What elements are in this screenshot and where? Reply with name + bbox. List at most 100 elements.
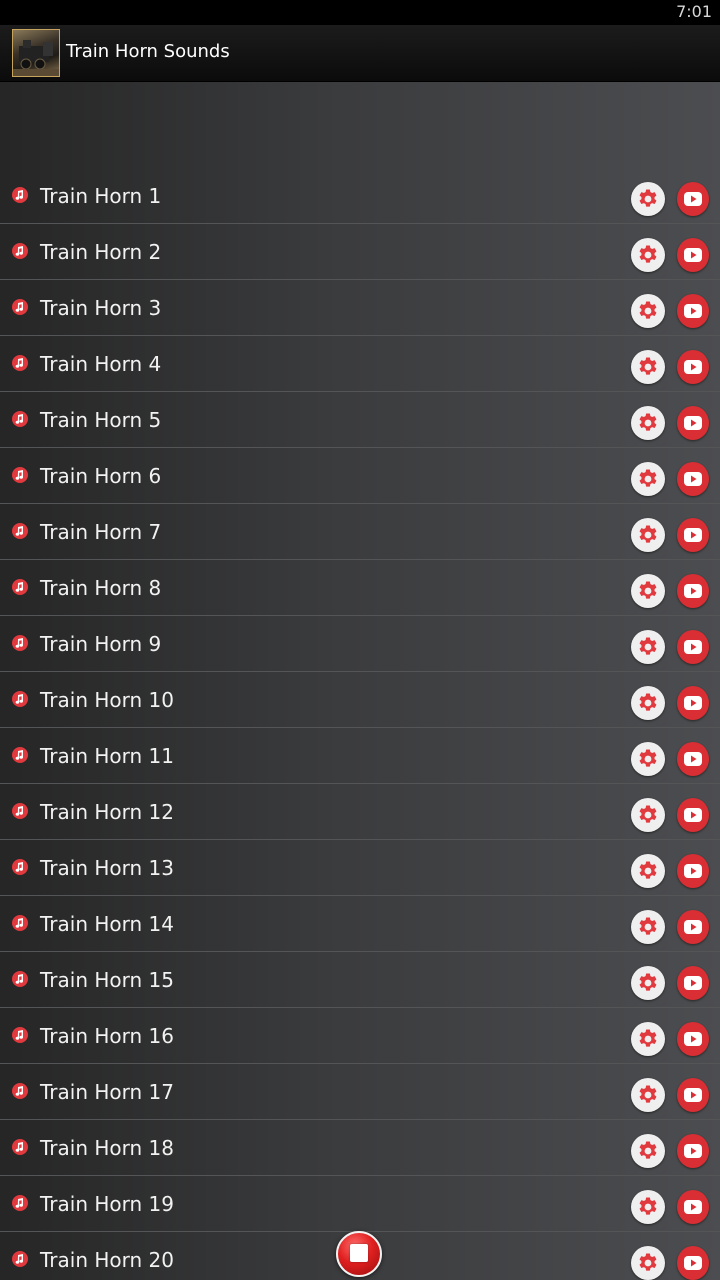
app-title: Train Horn Sounds [66,41,230,62]
music-note-icon [12,467,28,483]
gear-icon [639,1029,657,1047]
youtube-button[interactable] [677,686,709,720]
sound-label: Train Horn 7 [40,520,162,544]
youtube-button[interactable] [677,350,709,384]
settings-button[interactable] [631,966,665,1000]
music-note-icon [12,411,28,427]
youtube-button[interactable] [677,1022,709,1056]
youtube-button[interactable] [677,1246,709,1280]
youtube-button[interactable] [677,574,709,608]
list-item[interactable]: Train Horn 18 [0,1120,720,1176]
settings-button[interactable] [631,798,665,832]
music-note-icon [12,971,28,987]
music-note-icon [12,355,28,371]
list-item[interactable]: Train Horn 19 [0,1176,720,1232]
settings-button[interactable] [631,1246,665,1280]
youtube-button[interactable] [677,238,709,272]
settings-button[interactable] [631,294,665,328]
youtube-button[interactable] [677,518,709,552]
music-note-icon [12,1195,28,1211]
youtube-play-icon [684,640,702,654]
gear-icon [639,1253,657,1271]
train-locomotive-icon[interactable] [12,29,60,77]
gear-icon [639,413,657,431]
list-item[interactable]: Train Horn 17 [0,1064,720,1120]
settings-button[interactable] [631,1022,665,1056]
youtube-button[interactable] [677,854,709,888]
settings-button[interactable] [631,182,665,216]
youtube-play-icon [684,1144,702,1158]
list-item[interactable]: Train Horn 13 [0,840,720,896]
youtube-play-icon [684,472,702,486]
music-note-icon [12,1251,28,1267]
youtube-button[interactable] [677,406,709,440]
sound-label: Train Horn 19 [40,1192,174,1216]
list-item[interactable]: Train Horn 14 [0,896,720,952]
sound-label: Train Horn 3 [40,296,162,320]
list-item[interactable]: Train Horn 3 [0,280,720,336]
sound-label: Train Horn 6 [40,464,162,488]
youtube-play-icon [684,808,702,822]
gear-icon [639,357,657,375]
list-item[interactable]: Train Horn 9 [0,616,720,672]
settings-button[interactable] [631,910,665,944]
list-item[interactable]: Train Horn 8 [0,560,720,616]
youtube-button[interactable] [677,1190,709,1224]
list-item[interactable]: Train Horn 1 [0,168,720,224]
settings-button[interactable] [631,1190,665,1224]
sound-label: Train Horn 5 [40,408,162,432]
youtube-button[interactable] [677,462,709,496]
youtube-button[interactable] [677,630,709,664]
youtube-button[interactable] [677,1134,709,1168]
list-item[interactable]: Train Horn 10 [0,672,720,728]
gear-icon [639,693,657,711]
list-item[interactable]: Train Horn 6 [0,448,720,504]
list-item[interactable]: Train Horn 16 [0,1008,720,1064]
youtube-play-icon [684,920,702,934]
settings-button[interactable] [631,518,665,552]
gear-icon [639,1085,657,1103]
youtube-button[interactable] [677,1078,709,1112]
youtube-play-icon [684,976,702,990]
sound-label: Train Horn 1 [40,184,162,208]
list-item[interactable]: Train Horn 4 [0,336,720,392]
status-bar: 7:01 [0,0,720,25]
youtube-play-icon [684,360,702,374]
list-item[interactable]: Train Horn 11 [0,728,720,784]
gear-icon [639,469,657,487]
music-note-icon [12,579,28,595]
youtube-button[interactable] [677,910,709,944]
settings-button[interactable] [631,630,665,664]
sound-label: Train Horn 12 [40,800,174,824]
youtube-button[interactable] [677,742,709,776]
list-item[interactable]: Train Horn 12 [0,784,720,840]
youtube-play-icon [684,752,702,766]
settings-button[interactable] [631,742,665,776]
gear-icon [639,189,657,207]
list-item[interactable]: Train Horn 5 [0,392,720,448]
music-note-icon [12,859,28,875]
settings-button[interactable] [631,574,665,608]
gear-icon [639,805,657,823]
settings-button[interactable] [631,462,665,496]
music-note-icon [12,635,28,651]
gear-icon [639,917,657,935]
youtube-button[interactable] [677,966,709,1000]
youtube-button[interactable] [677,182,709,216]
settings-button[interactable] [631,686,665,720]
settings-button[interactable] [631,854,665,888]
list-item[interactable]: Train Horn 2 [0,224,720,280]
settings-button[interactable] [631,238,665,272]
settings-button[interactable] [631,1078,665,1112]
sound-label: Train Horn 13 [40,856,174,880]
list-item[interactable]: Train Horn 15 [0,952,720,1008]
status-time: 7:01 [676,2,712,21]
list-item[interactable]: Train Horn 7 [0,504,720,560]
settings-button[interactable] [631,350,665,384]
sound-label: Train Horn 16 [40,1024,174,1048]
stop-button[interactable] [336,1231,382,1277]
settings-button[interactable] [631,1134,665,1168]
youtube-button[interactable] [677,798,709,832]
settings-button[interactable] [631,406,665,440]
youtube-button[interactable] [677,294,709,328]
